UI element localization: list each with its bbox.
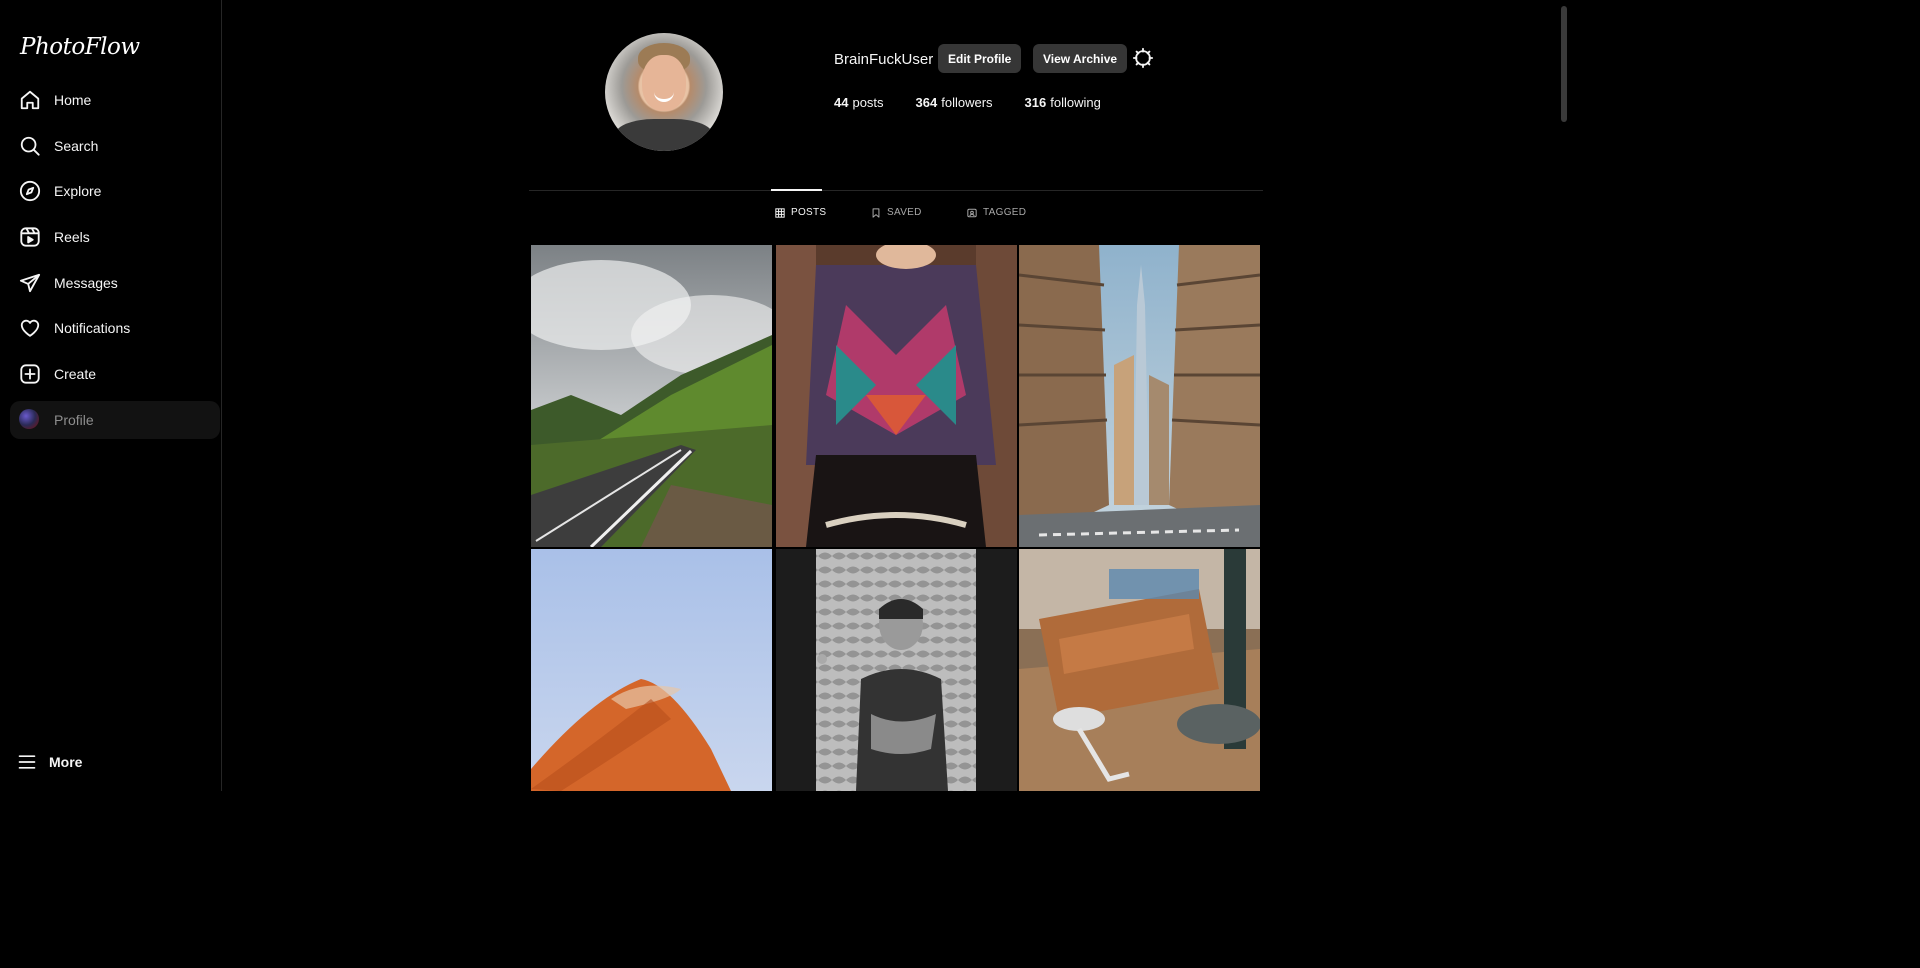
sidebar-item-messages[interactable]: Messages bbox=[10, 264, 220, 302]
city-street-image bbox=[1019, 245, 1260, 547]
profile-stats: 44 posts 364 followers 316 following bbox=[834, 95, 1133, 110]
more-button[interactable]: More bbox=[17, 752, 82, 772]
sidebar-item-label: Explore bbox=[54, 183, 102, 200]
sidebar-item-profile[interactable]: Profile bbox=[10, 400, 220, 439]
active-tab-indicator bbox=[771, 189, 822, 191]
more-label: More bbox=[49, 754, 83, 770]
tab-posts[interactable]: POSTS bbox=[775, 207, 826, 218]
sidebar-item-notifications[interactable]: Notifications bbox=[10, 309, 220, 347]
sidebar: PhotoFlow Home Search Explore Reels Mess… bbox=[0, 0, 222, 791]
sidebar-item-label: Search bbox=[54, 137, 99, 154]
sand-dune-image bbox=[531, 549, 772, 791]
sidebar-item-home[interactable]: Home bbox=[10, 81, 220, 119]
poncho-image bbox=[776, 245, 1017, 547]
tabs-divider bbox=[529, 190, 1263, 191]
mountain-road-image bbox=[531, 245, 772, 547]
boy-doorway-image bbox=[776, 549, 1017, 791]
post-thumbnail[interactable] bbox=[531, 245, 772, 547]
profile-picture[interactable] bbox=[605, 33, 723, 151]
reels-icon bbox=[19, 226, 41, 248]
heart-icon bbox=[19, 317, 41, 339]
sidebar-item-search[interactable]: Search bbox=[10, 127, 220, 165]
post-thumbnail[interactable] bbox=[531, 549, 772, 791]
tag-icon bbox=[967, 208, 977, 218]
sidebar-item-label: Create bbox=[54, 366, 97, 383]
compass-icon bbox=[19, 180, 41, 202]
nav-list: Home Search Explore Reels Messages Notif… bbox=[10, 81, 220, 447]
post-thumbnail[interactable] bbox=[1019, 549, 1260, 791]
view-archive-button[interactable]: View Archive bbox=[1033, 44, 1128, 73]
search-icon bbox=[19, 135, 41, 157]
plus-square-icon bbox=[19, 363, 41, 385]
tab-tagged[interactable]: TAGGED bbox=[967, 207, 1026, 218]
send-icon bbox=[19, 272, 41, 294]
tab-label: TAGGED bbox=[983, 207, 1027, 218]
avatar bbox=[19, 408, 41, 431]
sidebar-item-reels[interactable]: Reels bbox=[10, 218, 220, 256]
tab-saved[interactable]: SAVED bbox=[871, 207, 922, 218]
posts-count: 44 posts bbox=[834, 95, 884, 110]
leather-wallet-image bbox=[1019, 549, 1260, 791]
sidebar-item-create[interactable]: Create bbox=[10, 355, 220, 393]
app-logo[interactable]: PhotoFlow bbox=[20, 34, 140, 60]
tab-label: POSTS bbox=[791, 207, 827, 218]
following-count[interactable]: 316 following bbox=[1025, 95, 1101, 110]
followers-count[interactable]: 364 followers bbox=[916, 95, 993, 110]
sidebar-item-label: Messages bbox=[54, 274, 118, 291]
post-thumbnail[interactable] bbox=[776, 245, 1017, 547]
home-icon bbox=[19, 89, 41, 111]
bookmark-icon bbox=[871, 207, 881, 218]
scrollbar-thumb[interactable] bbox=[1561, 6, 1567, 122]
sidebar-item-label: Notifications bbox=[54, 320, 131, 337]
tab-label: SAVED bbox=[887, 207, 922, 218]
sidebar-item-label: Profile bbox=[54, 411, 94, 428]
post-thumbnail[interactable] bbox=[1019, 245, 1260, 547]
sidebar-item-explore[interactable]: Explore bbox=[10, 172, 220, 210]
sidebar-item-label: Home bbox=[54, 92, 92, 108]
page-scrollbar[interactable] bbox=[1560, 0, 1568, 791]
settings-icon[interactable] bbox=[1132, 47, 1154, 69]
grid-icon bbox=[775, 207, 785, 218]
edit-profile-button[interactable]: Edit Profile bbox=[938, 44, 1022, 73]
profile-username: BrainFuckUser bbox=[834, 51, 934, 68]
post-thumbnail[interactable] bbox=[776, 549, 1017, 791]
menu-icon bbox=[17, 752, 37, 772]
sidebar-item-label: Reels bbox=[54, 229, 90, 246]
